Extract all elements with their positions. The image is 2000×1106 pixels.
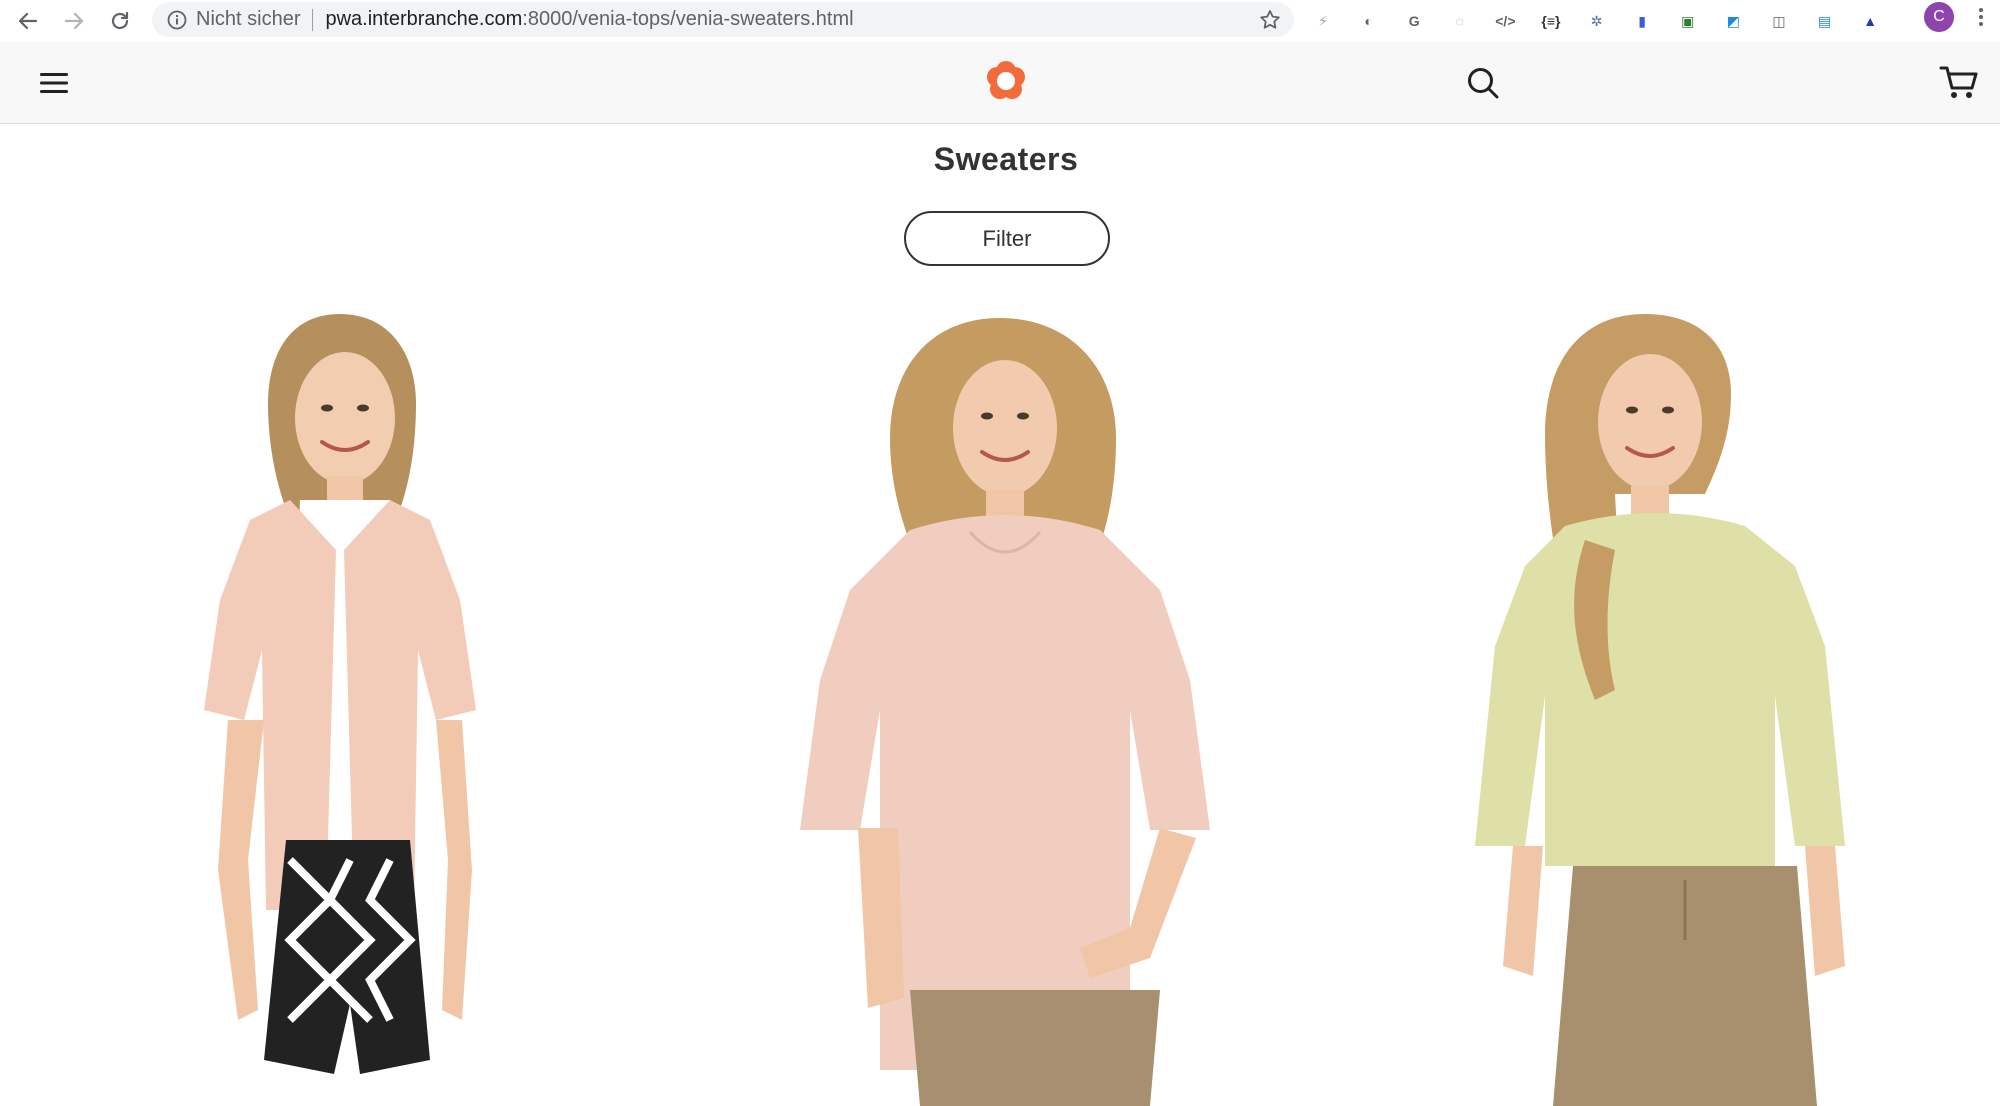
arrow-right-icon [64, 12, 84, 30]
url-path[interactable]: :8000/venia-tops/venia-sweaters.html [522, 8, 853, 31]
arrow-left-icon [18, 12, 38, 30]
globe-extension-icon[interactable]: ◌ [1447, 8, 1473, 34]
venia-logo-icon[interactable] [986, 60, 1026, 102]
shopping-cart-icon[interactable] [1938, 62, 1980, 102]
url-host[interactable]: pwa.interbranche.com [325, 8, 522, 31]
ufo-extension-icon[interactable]: ✲ [1584, 8, 1610, 34]
shelf-extension-icon[interactable]: ◫ [1766, 8, 1792, 34]
page-title: Sweaters [933, 141, 1079, 177]
profile-avatar[interactable]: C [1924, 2, 1954, 32]
site-header [0, 42, 2000, 124]
product-card-1[interactable] [90, 300, 610, 1106]
code-extension-icon[interactable]: </> [1492, 8, 1518, 34]
hamburger-menu-icon[interactable] [36, 66, 72, 100]
back-button[interactable] [8, 5, 48, 37]
product-image-2[interactable] [740, 300, 1260, 1106]
address-bar[interactable]: Nicht sicher pwa.interbranche.com :8000/… [152, 2, 1294, 37]
product-grid [0, 300, 2000, 1106]
reload-button[interactable] [100, 5, 140, 37]
product-card-2[interactable] [740, 300, 1260, 1106]
screen-extension-icon[interactable]: ▤ [1812, 8, 1838, 34]
search-icon[interactable] [1464, 64, 1502, 102]
bookmark-star-icon[interactable] [1258, 8, 1282, 32]
browser-menu-icon[interactable] [1972, 3, 1990, 31]
extensions-area: ⚡ ◐ G ◌ </> {≡} ✲ ▮ ▣ ◩ ◫ ▤ ▲ [1310, 4, 1903, 38]
reload-icon [111, 11, 129, 30]
product-image-3[interactable] [1395, 300, 1915, 1106]
moon-extension-icon[interactable]: ◐ [1356, 8, 1382, 34]
product-card-3[interactable] [1395, 300, 1915, 1106]
filter-button[interactable]: Filter [904, 211, 1110, 266]
g-extension-icon[interactable]: G [1401, 8, 1427, 34]
browser-toolbar: Nicht sicher pwa.interbranche.com :8000/… [0, 0, 2000, 42]
triangle-extension-icon[interactable]: ▲ [1857, 8, 1883, 34]
bolt-extension-icon[interactable]: ⚡ [1310, 8, 1336, 34]
paint-extension-icon[interactable]: ◩ [1720, 8, 1746, 34]
info-icon[interactable] [166, 9, 188, 31]
doc-extension-icon[interactable]: ▣ [1675, 8, 1701, 34]
product-image-1[interactable] [90, 300, 610, 1106]
address-separator [312, 8, 314, 31]
security-status[interactable]: Nicht sicher [196, 8, 300, 31]
blue-extension-icon[interactable]: ▮ [1629, 8, 1655, 34]
forward-button[interactable] [54, 5, 94, 37]
braces-extension-icon[interactable]: {≡} [1538, 8, 1564, 34]
